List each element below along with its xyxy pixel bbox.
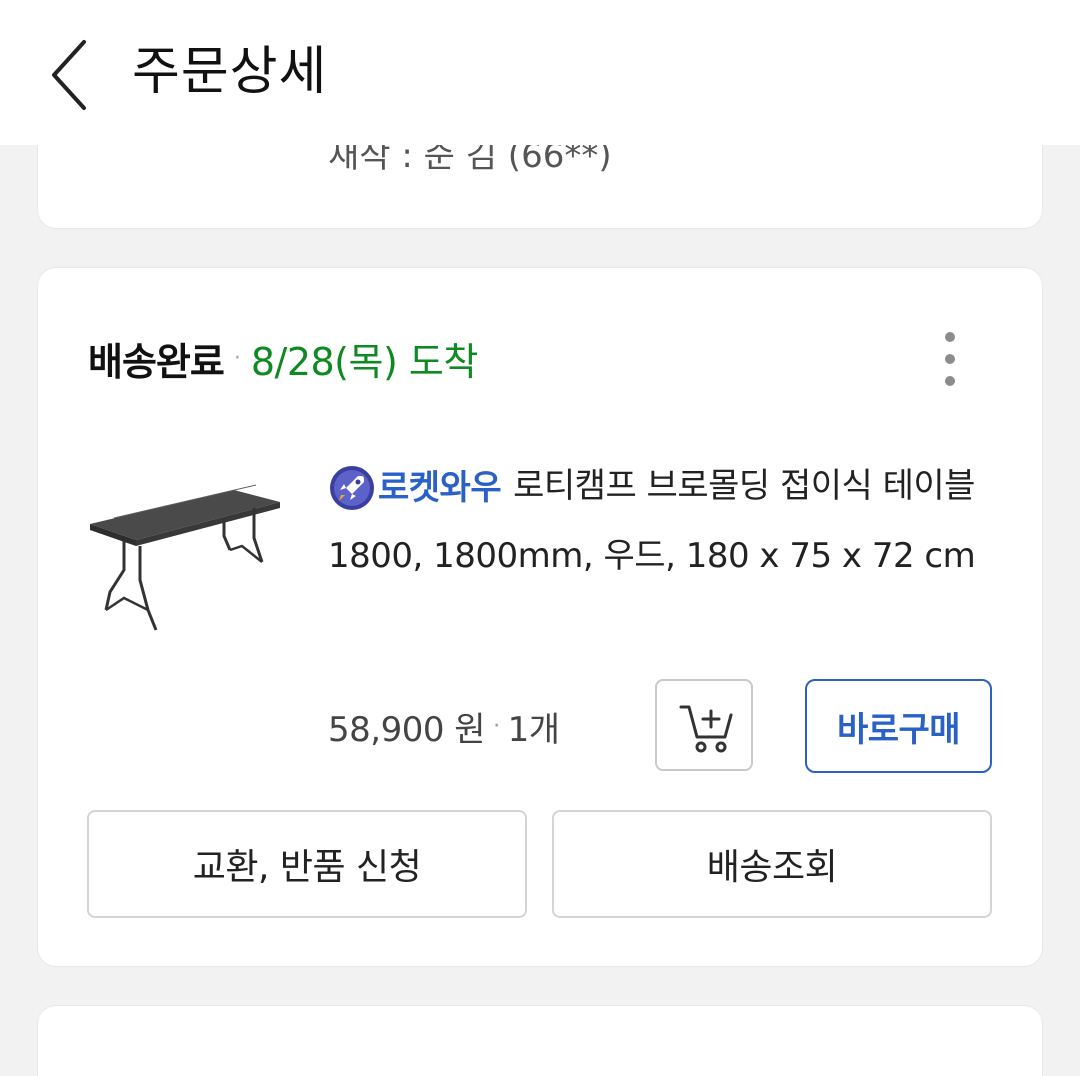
buy-now-button[interactable]: 바로구매 bbox=[805, 679, 992, 773]
chevron-left-icon bbox=[52, 40, 86, 110]
separator-dot: · bbox=[233, 345, 241, 371]
product-quantity: 1개 bbox=[507, 709, 560, 750]
back-button[interactable] bbox=[40, 30, 110, 120]
price-quantity-line: 58,900 원 · 1개 bbox=[328, 700, 560, 752]
arrival-date: 8/28(목) 도착 bbox=[250, 339, 478, 384]
page-title: 주문상세 bbox=[132, 42, 328, 102]
order-item-card: 배송완료 · 8/28(목) 도착 로켓와우 로티캠프 브로몰딩 접이식 테이블… bbox=[38, 268, 1042, 966]
more-dot bbox=[945, 332, 955, 342]
delivery-status: 배송완료 bbox=[88, 339, 225, 384]
exchange-return-button[interactable]: 교환, 반품 신청 bbox=[87, 810, 527, 918]
cart-plus-icon bbox=[679, 705, 733, 753]
rocket-wow-label: 로켓와우 bbox=[378, 467, 502, 508]
more-dot bbox=[945, 354, 955, 364]
rocket-icon bbox=[330, 465, 374, 510]
add-to-cart-button[interactable] bbox=[655, 679, 753, 771]
product-title[interactable]: 로켓와우 로티캠프 브로몰딩 접이식 테이블 1800, 1800mm, 우드,… bbox=[328, 452, 1008, 590]
product-image[interactable] bbox=[84, 480, 284, 640]
delivery-tracking-button[interactable]: 배송조회 bbox=[552, 810, 992, 918]
rocket-wow-badge: 로켓와우 bbox=[328, 454, 502, 522]
more-options-button[interactable] bbox=[933, 330, 967, 388]
order-detail-page: 주문상세 재작 : 준 김 (66**) 배송완료 · 8/28(목) 도착 로… bbox=[0, 0, 1080, 1076]
separator-dot: · bbox=[493, 713, 500, 739]
product-price: 58,900 원 bbox=[328, 709, 486, 750]
folding-table-image bbox=[90, 484, 280, 631]
app-header: 주문상세 bbox=[0, 0, 1080, 145]
delivery-status-line: 배송완료 · 8/28(목) 도착 bbox=[88, 328, 478, 388]
next-order-card bbox=[38, 1006, 1042, 1076]
more-dot bbox=[945, 376, 955, 386]
